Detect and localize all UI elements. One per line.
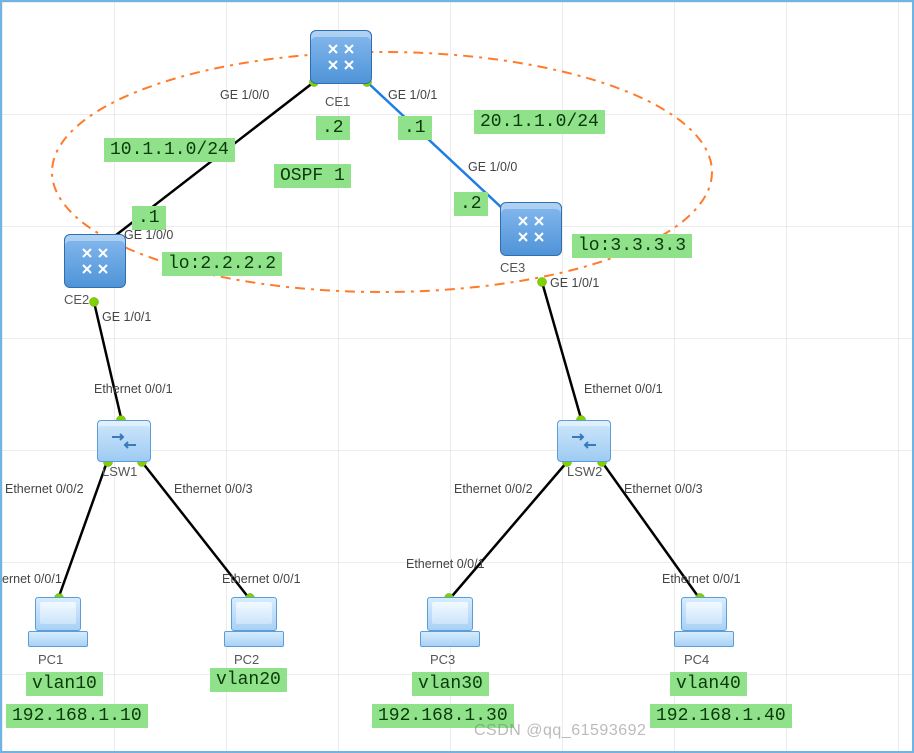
port-ce2-ge100: GE 1/0/0	[124, 228, 173, 242]
subnet-left: 10.1.1.0/24	[104, 138, 235, 162]
port-lsw2-eth002: Ethernet 0/0/2	[454, 482, 533, 496]
switch-lsw2[interactable]	[557, 420, 611, 462]
port-pc3-eth: Ethernet 0/0/1	[406, 557, 485, 571]
lsw1-label: LSW1	[102, 464, 137, 479]
port-ce3-ge101: GE 1/0/1	[550, 276, 599, 290]
switch-icon	[557, 420, 611, 462]
ce3-label: CE3	[500, 260, 525, 275]
pc4-ip: 192.168.1.40	[650, 704, 792, 728]
pc1-vlan: vlan10	[26, 672, 103, 696]
pc-icon	[674, 597, 732, 647]
link-ce3-lsw2	[542, 282, 582, 422]
port-lsw1-eth003: Ethernet 0/0/3	[174, 482, 253, 496]
port-pc1-eth: ernet 0/0/1	[2, 572, 62, 586]
pc1-ip: 192.168.1.10	[6, 704, 148, 728]
loopback-ce3: lo:3.3.3.3	[572, 234, 692, 258]
subnet-right: 20.1.1.0/24	[474, 110, 605, 134]
pc4[interactable]	[674, 597, 732, 647]
port-pc4-eth: Ethernet 0/0/1	[662, 572, 741, 586]
port-ce2-ge101: GE 1/0/1	[102, 310, 151, 324]
pc-icon	[224, 597, 282, 647]
port-ce1-ge100: GE 1/0/0	[220, 88, 269, 102]
router-icon	[500, 202, 562, 256]
pc1-label: PC1	[38, 652, 63, 667]
pc3-label: PC3	[430, 652, 455, 667]
pc3-vlan: vlan30	[412, 672, 489, 696]
port-ce1-ge101: GE 1/0/1	[388, 88, 437, 102]
pc-icon	[28, 597, 86, 647]
port-ce3-ge100: GE 1/0/0	[468, 160, 517, 174]
pc4-vlan: vlan40	[670, 672, 747, 696]
port-pc2-eth: Ethernet 0/0/1	[222, 572, 301, 586]
port-lsw2-eth001: Ethernet 0/0/1	[584, 382, 663, 396]
pc2[interactable]	[224, 597, 282, 647]
pc2-label: PC2	[234, 652, 259, 667]
ip-ce2: .1	[132, 206, 166, 230]
port-lsw1-eth001: Ethernet 0/0/1	[94, 382, 173, 396]
ce1-label: CE1	[325, 94, 350, 109]
ce2-label: CE2	[64, 292, 89, 307]
ospf-area-label: OSPF 1	[274, 164, 351, 188]
pc1[interactable]	[28, 597, 86, 647]
pc4-label: PC4	[684, 652, 709, 667]
pc-icon	[420, 597, 478, 647]
watermark: CSDN @qq_61593692	[474, 722, 646, 740]
port-lsw2-eth003: Ethernet 0/0/3	[624, 482, 703, 496]
ip-ce3: .2	[454, 192, 488, 216]
router-icon	[310, 30, 372, 84]
pc2-vlan: vlan20	[210, 668, 287, 692]
pc3[interactable]	[420, 597, 478, 647]
router-ce2[interactable]	[64, 234, 126, 288]
topology-canvas: CE1 CE2 CE3 LSW1 LSW2	[0, 0, 914, 753]
link-ce1-ce3	[367, 82, 517, 222]
ip-ce1-left: .2	[316, 116, 350, 140]
switch-lsw1[interactable]	[97, 420, 151, 462]
switch-icon	[97, 420, 151, 462]
router-icon	[64, 234, 126, 288]
router-ce3[interactable]	[500, 202, 562, 256]
port-lsw1-eth002: Ethernet 0/0/2	[5, 482, 84, 496]
router-ce1[interactable]	[310, 30, 372, 84]
lsw2-label: LSW2	[567, 464, 602, 479]
loopback-ce2: lo:2.2.2.2	[162, 252, 282, 276]
ip-ce1-right: .1	[398, 116, 432, 140]
